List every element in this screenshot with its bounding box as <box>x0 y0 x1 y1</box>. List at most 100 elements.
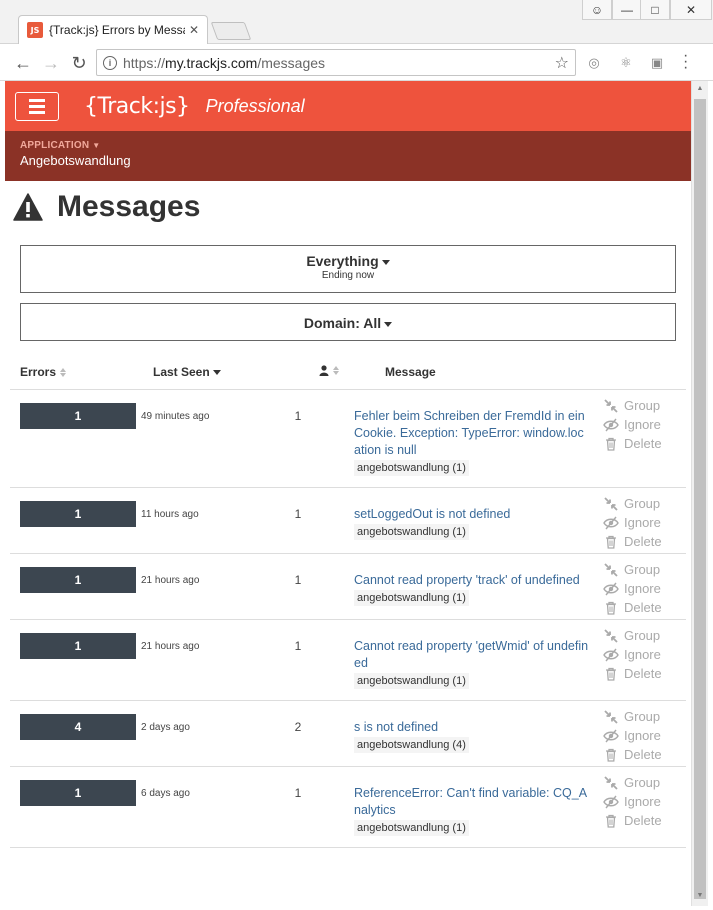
error-count-bar[interactable]: 1 <box>20 501 136 527</box>
sort-icon <box>333 366 339 375</box>
user-icon <box>319 365 329 376</box>
message-link[interactable]: Cannot read property 'track' of undefine… <box>354 572 590 589</box>
new-tab-button[interactable] <box>210 22 252 40</box>
maximize-button[interactable]: □ <box>640 0 670 20</box>
errors-column-header[interactable]: Errors <box>20 365 67 379</box>
last-seen-column-header[interactable]: Last Seen <box>153 365 221 379</box>
delete-label: Delete <box>624 534 662 549</box>
group-label: Group <box>624 775 661 790</box>
domain-filter[interactable]: Domain: All <box>20 303 676 341</box>
delete-button[interactable]: Delete <box>603 664 662 683</box>
group-button[interactable]: Group <box>603 626 662 645</box>
eye-slash-icon <box>603 795 624 809</box>
application-tag[interactable]: angebotswandlung (1) <box>354 524 469 540</box>
browser-menu-icon[interactable]: · · · <box>683 48 688 76</box>
group-icon <box>603 398 624 413</box>
errors-header-label: Errors <box>20 365 57 379</box>
extension-square-icon[interactable]: ▣ <box>648 54 666 72</box>
application-tag[interactable]: angebotswandlung (1) <box>354 460 469 476</box>
ignore-button[interactable]: Ignore <box>603 513 662 532</box>
domain-value: All <box>363 315 382 331</box>
delete-button[interactable]: Delete <box>603 532 662 551</box>
group-button[interactable]: Group <box>603 494 662 513</box>
bookmark-star-icon[interactable]: ☆ <box>555 53 569 73</box>
users-column-header[interactable] <box>319 365 339 376</box>
eye-slash-icon <box>603 729 624 743</box>
trash-icon <box>603 437 624 451</box>
ignore-button[interactable]: Ignore <box>603 415 662 434</box>
browser-tab[interactable]: JS {Track:js} Errors by Messa ✕ <box>18 15 208 44</box>
ignore-button[interactable]: Ignore <box>603 792 662 811</box>
scrollbar[interactable]: ▲ ▼ <box>691 81 708 906</box>
eye-slash-icon <box>603 516 624 530</box>
last-seen-time: 49 minutes ago <box>141 411 210 422</box>
error-count-bar[interactable]: 1 <box>20 403 136 429</box>
message-link[interactable]: Fehler beim Schreiben der FremdId in ein… <box>354 408 590 459</box>
message-cell: ReferenceError: Can't find variable: CQ_… <box>354 785 590 836</box>
application-tag[interactable]: angebotswandlung (1) <box>354 673 469 689</box>
delete-label: Delete <box>624 436 662 451</box>
time-range-filter[interactable]: Everything Ending now <box>20 245 676 293</box>
ignore-button[interactable]: Ignore <box>603 645 662 664</box>
time-range-sub: Ending now <box>321 270 375 281</box>
tab-close-icon[interactable]: ✕ <box>189 23 199 37</box>
message-link[interactable]: setLoggedOut is not defined <box>354 506 590 523</box>
ignore-label: Ignore <box>624 417 661 432</box>
delete-button[interactable]: Delete <box>603 598 662 617</box>
ignore-label: Ignore <box>624 794 661 809</box>
app-header: {Track:js} Professional <box>5 81 691 131</box>
minimize-button[interactable]: — <box>612 0 642 20</box>
last-seen-time: 11 hours ago <box>141 509 199 520</box>
user-count: 1 <box>294 786 302 800</box>
address-bar[interactable]: i https://my.trackjs.com/messages ☆ <box>96 49 576 76</box>
group-label: Group <box>624 398 661 413</box>
url-text: https://my.trackjs.com/messages <box>123 54 326 71</box>
close-window-button[interactable]: ✕ <box>670 0 712 20</box>
error-count-bar[interactable]: 1 <box>20 780 136 806</box>
last-seen-time: 21 hours ago <box>141 641 200 652</box>
delete-label: Delete <box>624 747 662 762</box>
extension-react-icon[interactable]: ⚛ <box>617 54 635 72</box>
group-button[interactable]: Group <box>603 773 662 792</box>
application-tag[interactable]: angebotswandlung (4) <box>354 737 469 753</box>
eye-slash-icon <box>603 582 624 596</box>
scroll-thumb[interactable] <box>694 99 706 899</box>
message-link[interactable]: Cannot read property 'getWmid' of undefi… <box>354 638 590 672</box>
forward-arrow-icon[interactable]: → <box>40 52 62 74</box>
error-count-bar[interactable]: 4 <box>20 714 136 740</box>
user-icon[interactable]: ☺ <box>582 0 612 20</box>
hamburger-menu-icon[interactable] <box>15 91 59 121</box>
scroll-down-icon[interactable]: ▼ <box>695 892 705 902</box>
delete-button[interactable]: Delete <box>603 745 662 764</box>
message-link[interactable]: s is not defined <box>354 719 590 736</box>
back-arrow-icon[interactable]: ← <box>12 52 34 74</box>
application-label[interactable]: APPLICATION ▼ <box>20 140 676 151</box>
domain-label: Domain: <box>303 315 360 331</box>
message-link[interactable]: ReferenceError: Can't find variable: CQ_… <box>354 785 590 819</box>
delete-button[interactable]: Delete <box>603 811 662 830</box>
ignore-label: Ignore <box>624 515 661 530</box>
reload-icon[interactable]: ↻ <box>68 52 90 74</box>
application-tag[interactable]: angebotswandlung (1) <box>354 820 469 836</box>
delete-button[interactable]: Delete <box>603 434 662 453</box>
error-count-bar[interactable]: 1 <box>20 633 136 659</box>
error-count-bar[interactable]: 1 <box>20 567 136 593</box>
trackjs-logo[interactable]: {Track:js} <box>84 94 190 119</box>
scroll-up-icon[interactable]: ▲ <box>695 85 705 95</box>
application-selector[interactable]: APPLICATION ▼ Angebotswandlung <box>5 131 691 181</box>
ignore-button[interactable]: Ignore <box>603 726 662 745</box>
message-cell: Cannot read property 'track' of undefine… <box>354 572 590 606</box>
window-titlebar: ☺ — □ ✕ JS {Track:js} Errors by Messa ✕ <box>0 0 713 44</box>
trash-icon <box>603 748 624 762</box>
page-title: Messages <box>5 181 691 226</box>
ignore-button[interactable]: Ignore <box>603 579 662 598</box>
site-info-icon[interactable]: i <box>103 55 117 70</box>
group-icon <box>603 562 624 577</box>
group-button[interactable]: Group <box>603 396 662 415</box>
group-button[interactable]: Group <box>603 560 662 579</box>
table-row: 1 6 days ago 1 ReferenceError: Can't find v… <box>10 767 686 848</box>
caret-down-icon <box>381 259 390 265</box>
extension-target-icon[interactable]: ◎ <box>585 54 603 72</box>
group-button[interactable]: Group <box>603 707 662 726</box>
application-tag[interactable]: angebotswandlung (1) <box>354 590 469 606</box>
